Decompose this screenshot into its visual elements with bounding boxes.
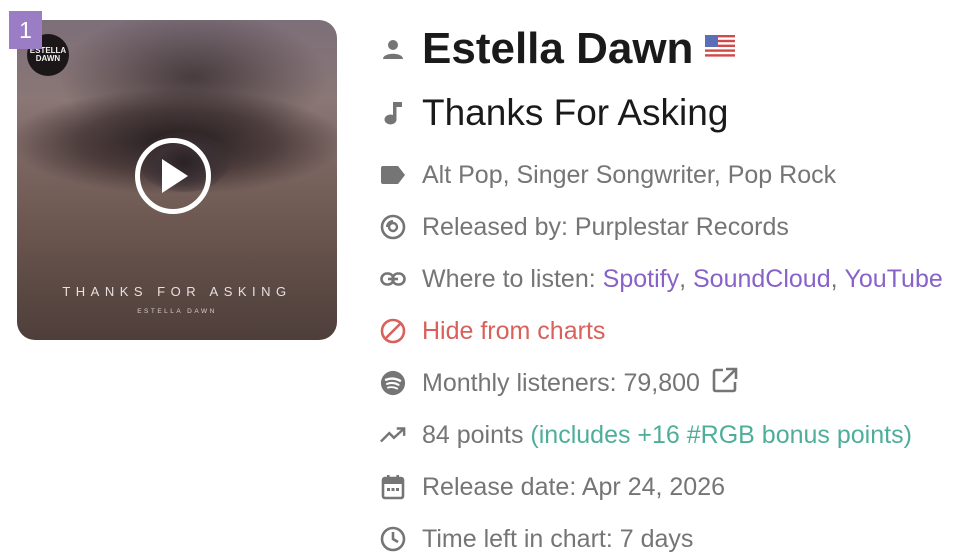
where-to-listen-label: Where to listen: [422,264,596,293]
song-row: Thanks For Asking [380,88,728,138]
link-icon [380,266,406,292]
play-icon [162,159,188,193]
artist-name[interactable]: Estella Dawn [422,24,693,74]
link-separator: , [830,264,838,293]
time-left-text: Time left in chart: 7 days [422,524,694,553]
record-label-text: Released by: Purplestar Records [422,212,789,241]
disc-icon [380,214,406,240]
album-cover[interactable]: ESTELLA DAWN THANKS FOR ASKING ESTELLA D… [17,20,337,340]
monthly-listeners-text: Monthly listeners: 79,800 [422,368,700,397]
song-title[interactable]: Thanks For Asking [422,92,728,134]
soundcloud-link[interactable]: SoundCloud [693,265,831,294]
external-link-icon[interactable] [712,367,738,400]
link-separator: , [679,264,687,293]
tag-icon [380,162,406,188]
us-flag-icon [705,34,736,64]
calendar-icon [380,474,406,500]
cover-artist-text: ESTELLA DAWN [137,308,217,315]
hide-from-charts-row[interactable]: Hide from charts [380,316,605,346]
block-icon [380,318,406,344]
play-button[interactable] [135,138,211,214]
person-icon [380,36,406,62]
genres-text: Alt Pop, Singer Songwriter, Pop Rock [422,160,837,189]
artist-logo-text: ESTELLA DAWN [29,46,67,63]
where-to-listen-row: Where to listen: Spotify, SoundCloud, Yo… [380,264,943,294]
label-row: Released by: Purplestar Records [380,212,789,242]
spotify-link[interactable]: Spotify [603,265,679,294]
monthly-listeners-row: Monthly listeners: 79,800 [380,367,738,400]
points-text: 84 points [422,420,524,449]
bonus-points-text: (includes +16 #RGB bonus points) [530,420,912,449]
youtube-link[interactable]: YouTube [845,265,943,294]
spotify-icon [380,370,406,396]
genres-row: Alt Pop, Singer Songwriter, Pop Rock [380,160,836,190]
hide-from-charts-button[interactable]: Hide from charts [422,317,605,346]
clock-icon [380,526,406,552]
trending-up-icon [380,422,406,448]
release-date-text: Release date: Apr 24, 2026 [422,472,726,501]
music-note-icon [380,100,406,126]
rank-badge: 1 [9,11,42,49]
release-date-row: Release date: Apr 24, 2026 [380,472,725,502]
cover-title-text: THANKS FOR ASKING [62,284,292,299]
points-row: 84 points (includes +16 #RGB bonus point… [380,420,912,450]
artist-row: Estella Dawn [380,24,736,74]
time-left-row: Time left in chart: 7 days [380,524,693,554]
